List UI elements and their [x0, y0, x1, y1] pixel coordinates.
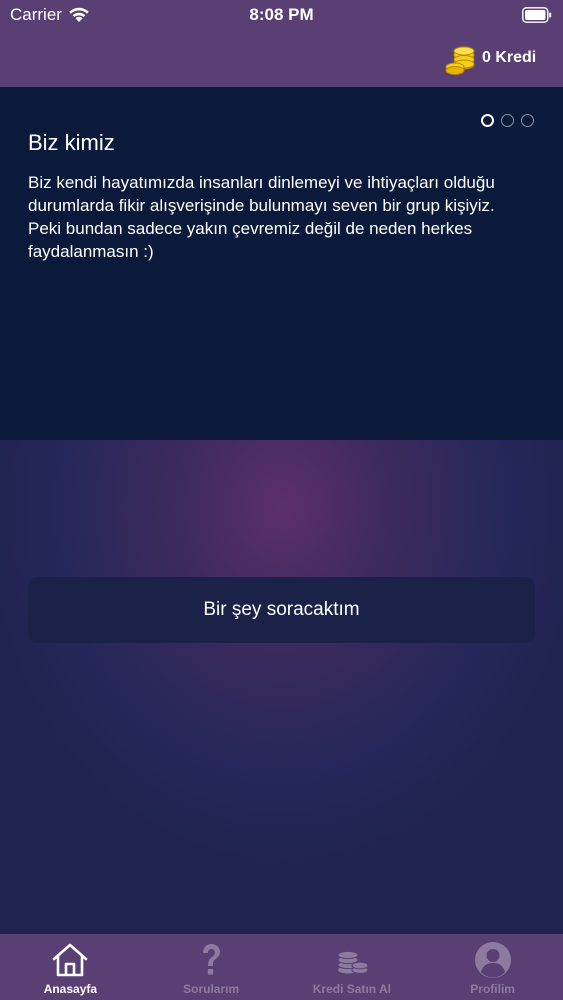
tab-bar: Anasayfa Sorularım Kredi Satın Al Profil… — [0, 934, 563, 1000]
battery-icon — [522, 7, 552, 23]
home-icon — [53, 943, 88, 977]
status-bar: Carrier 8:08 PM — [0, 0, 563, 30]
tab-buy-credits[interactable]: Kredi Satın Al — [282, 934, 423, 1000]
tab-profile[interactable]: Profilim — [422, 934, 563, 1000]
coin-stack-icon — [445, 46, 475, 75]
page-dot[interactable] — [501, 114, 514, 127]
credit-amount: 0 Kredi — [482, 49, 537, 66]
ask-question-button[interactable]: Bir şey soracaktım — [28, 577, 535, 643]
page-indicator — [481, 114, 534, 127]
profile-icon — [474, 942, 511, 978]
main-content: Biz kimiz Biz kendi hayatımızda insanlar… — [0, 87, 563, 934]
page-dot[interactable] — [521, 114, 534, 127]
info-carousel[interactable]: Biz kimiz Biz kendi hayatımızda insanlar… — [0, 87, 563, 440]
tab-home[interactable]: Anasayfa — [0, 934, 141, 1000]
tab-label: Sorularım — [183, 982, 240, 996]
card-title: Biz kimiz — [28, 130, 115, 155]
card-body: Biz kendi hayatımızda insanları dinlemey… — [28, 173, 495, 261]
question-icon — [203, 944, 221, 975]
tab-label: Kredi Satın Al — [312, 982, 391, 996]
credit-balance[interactable]: 0 Kredi — [444, 40, 536, 76]
clock: 8:08 PM — [249, 5, 314, 24]
tab-label: Anasayfa — [43, 982, 98, 996]
top-bar: Carrier 8:08 PM 0 Kredi — [0, 0, 563, 87]
tab-my-questions[interactable]: Sorularım — [141, 934, 282, 1000]
tab-label: Profilim — [470, 982, 515, 996]
page-dot[interactable] — [481, 114, 494, 127]
coins-icon — [337, 950, 369, 974]
